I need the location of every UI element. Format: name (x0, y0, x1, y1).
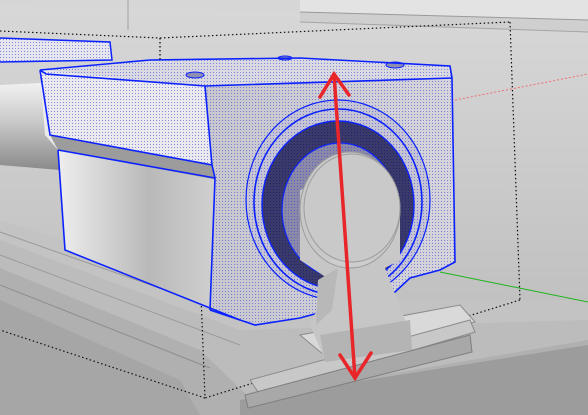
modeling-viewport[interactable] (0, 0, 588, 415)
shaft-end (303, 153, 401, 263)
mounting-hole (185, 71, 205, 79)
